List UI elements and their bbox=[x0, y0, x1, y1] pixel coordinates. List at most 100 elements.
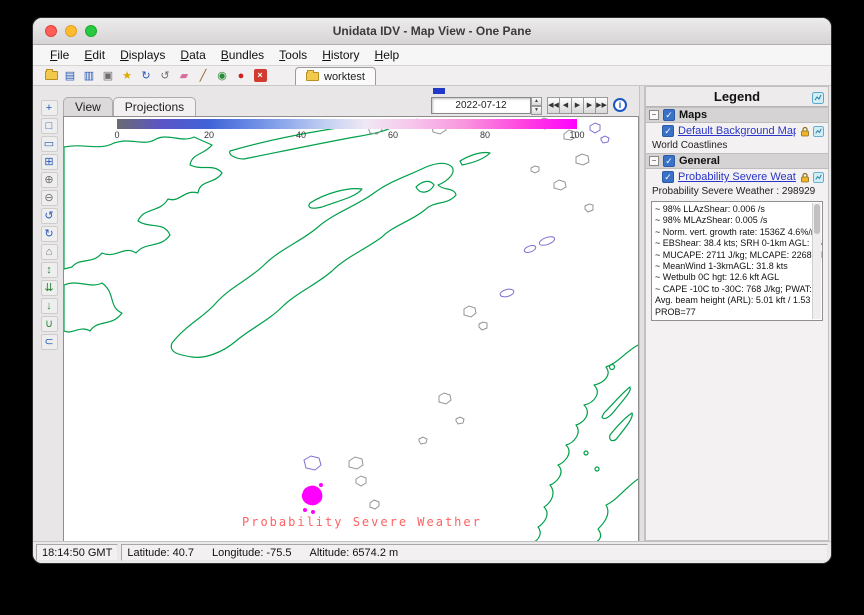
go-to-end-button[interactable]: ▶▶ bbox=[595, 97, 608, 114]
undo-view-icon[interactable]: ↺ bbox=[41, 208, 58, 224]
view-menus: View Projections bbox=[63, 97, 196, 116]
latitude-readout: Latitude: 40.7 bbox=[127, 547, 194, 559]
properties-icon[interactable] bbox=[813, 126, 824, 137]
record-icon[interactable]: ● bbox=[233, 68, 249, 84]
colorbar-tick: 20 bbox=[204, 130, 214, 140]
animation-properties-icon[interactable]: i bbox=[613, 98, 627, 112]
home-view-icon[interactable]: ⌂ bbox=[41, 244, 58, 260]
zoom-out-icon[interactable]: ⊖ bbox=[41, 190, 58, 206]
island-dot bbox=[610, 365, 615, 370]
menu-history[interactable]: History bbox=[319, 47, 362, 63]
menu-displays[interactable]: Displays bbox=[117, 47, 168, 63]
menu-tools[interactable]: Tools bbox=[276, 47, 310, 63]
menu-data[interactable]: Data bbox=[177, 47, 208, 63]
readout-line: ~ 98% MLAzShear: 0.005 /s bbox=[655, 215, 810, 226]
screen-background: Unidata IDV - Map View - One Pane File E… bbox=[0, 0, 864, 615]
window-title: Unidata IDV - Map View - One Pane bbox=[33, 18, 831, 44]
animation-widget: 2022-07-12 17:30:40Z ▲ ▼ ◀◀ ◀ ▶ ▶ ▶▶ i bbox=[431, 96, 627, 114]
spinner-down-icon[interactable]: ▼ bbox=[531, 106, 542, 115]
legend-group-maps[interactable]: − ✓ Maps bbox=[646, 107, 828, 123]
redo-view-icon[interactable]: ↻ bbox=[41, 226, 58, 242]
animation-step-indicator bbox=[433, 88, 445, 94]
row-icons bbox=[800, 126, 824, 137]
level-down-icon[interactable]: ⇊ bbox=[41, 280, 58, 296]
new-window-icon[interactable]: ▣ bbox=[100, 68, 116, 84]
tab-projections[interactable]: Projections bbox=[113, 97, 196, 116]
maps-checkbox[interactable]: ✓ bbox=[663, 109, 675, 121]
readout-line: ~ MUCAPE: 2711 J/kg; MLCAPE: 2268 J/kg bbox=[655, 250, 810, 261]
select-icon[interactable]: ▭ bbox=[41, 136, 58, 152]
pencil-icon[interactable]: ╱ bbox=[195, 68, 211, 84]
rubberband-icon[interactable]: □ bbox=[41, 118, 58, 134]
coastline-right bbox=[534, 345, 638, 542]
eraser-icon[interactable]: ▰ bbox=[176, 68, 192, 84]
remove-displays-icon[interactable]: × bbox=[252, 68, 268, 84]
severe-weather-cell bbox=[302, 484, 322, 514]
legend-group-general[interactable]: − ✓ General bbox=[646, 153, 828, 169]
readout-line: ~ Norm. vert. growth rate: 1536Z 4.6%/m bbox=[655, 227, 810, 238]
legend-header: Legend bbox=[646, 87, 828, 107]
colorbar-tick: 40 bbox=[296, 130, 306, 140]
status-bar: 18:14:50 GMT Latitude: 40.7 Longitude: -… bbox=[33, 541, 831, 563]
storm-track-outlines bbox=[304, 123, 609, 470]
close-window-button[interactable] bbox=[45, 25, 57, 37]
menu-bundles[interactable]: Bundles bbox=[218, 47, 267, 63]
readout-line: ~ 98% LLAzShear: 0.006 /s bbox=[655, 204, 810, 215]
union-icon[interactable]: ∪ bbox=[41, 316, 58, 332]
zoom-in-icon[interactable]: ⊕ bbox=[41, 172, 58, 188]
coastline-inner-lake bbox=[416, 181, 434, 192]
tab-view[interactable]: View bbox=[63, 97, 113, 116]
globe-icon[interactable]: ◉ bbox=[214, 68, 230, 84]
animation-time-field[interactable]: 2022-07-12 17:30:40Z bbox=[431, 97, 531, 114]
readout-line: PROB=77 bbox=[655, 307, 810, 318]
main-toolbar: ▤ ▥ ▣ ★ ↻ ↺ ▰ ╱ ◉ ● × worktest bbox=[33, 66, 831, 86]
probability-link[interactable]: Probability Severe Weat... bbox=[678, 171, 796, 183]
reload-icon[interactable]: ↻ bbox=[138, 68, 154, 84]
menu-file[interactable]: File bbox=[47, 47, 72, 63]
cursor-position-readout: Latitude: 40.7 Longitude: -75.5 Altitude… bbox=[121, 544, 828, 561]
vertical-icon[interactable]: ↕ bbox=[41, 262, 58, 278]
background-maps-checkbox[interactable]: ✓ bbox=[662, 125, 674, 137]
menu-help[interactable]: Help bbox=[372, 47, 403, 63]
probability-colorbar bbox=[117, 119, 577, 129]
altitude-readout: Altitude: 6574.2 m bbox=[310, 547, 399, 559]
probe-readout-box[interactable]: ~ 98% LLAzShear: 0.006 /s ~ 98% MLAzShea… bbox=[651, 201, 823, 321]
history-icon[interactable]: ↺ bbox=[157, 68, 173, 84]
lock-icon[interactable] bbox=[800, 126, 810, 137]
legend-row-background-maps: ✓ Default Background Maps bbox=[646, 123, 828, 139]
spinner-up-icon[interactable]: ▲ bbox=[531, 97, 542, 106]
general-checkbox[interactable]: ✓ bbox=[663, 155, 675, 167]
colorbar-tick: 0 bbox=[114, 130, 119, 140]
legend-panel: Legend − ✓ Maps ✓ Default Background Map… bbox=[645, 86, 829, 541]
worktest-tab[interactable]: worktest bbox=[295, 67, 376, 85]
properties-icon[interactable] bbox=[813, 172, 824, 183]
open-bundle-icon[interactable] bbox=[43, 68, 59, 84]
background-maps-link[interactable]: Default Background Maps bbox=[678, 125, 796, 137]
favorites-star-icon[interactable]: ★ bbox=[119, 68, 135, 84]
collapse-icon[interactable]: − bbox=[649, 156, 659, 166]
colorbar-tick: 80 bbox=[480, 130, 490, 140]
lock-icon[interactable] bbox=[800, 172, 810, 183]
grid-icon[interactable]: ⊞ bbox=[41, 154, 58, 170]
island-dot bbox=[584, 451, 588, 455]
save-bundle-icon[interactable]: ▤ bbox=[62, 68, 78, 84]
menu-edit[interactable]: Edit bbox=[81, 47, 108, 63]
coastline-ne-islet bbox=[460, 152, 490, 165]
pan-icon[interactable]: + bbox=[41, 100, 58, 116]
minimize-window-button[interactable] bbox=[65, 25, 77, 37]
collapse-icon[interactable]: − bbox=[649, 110, 659, 120]
probability-checkbox[interactable]: ✓ bbox=[662, 171, 674, 183]
down-arrow-icon[interactable]: ↓ bbox=[41, 298, 58, 314]
readout-scrollbar[interactable] bbox=[812, 203, 821, 319]
save-as-icon[interactable]: ▥ bbox=[81, 68, 97, 84]
zoom-window-button[interactable] bbox=[85, 25, 97, 37]
close-x-icon: × bbox=[254, 69, 267, 82]
coastline-bottom-right bbox=[596, 479, 638, 542]
title-bar[interactable]: Unidata IDV - Map View - One Pane bbox=[33, 18, 831, 45]
longitude-readout: Longitude: -75.5 bbox=[212, 547, 292, 559]
map-canvas[interactable]: 0 20 40 60 80 100 Probability Severe Wea… bbox=[63, 116, 639, 543]
subset-icon[interactable]: ⊂ bbox=[41, 334, 58, 350]
scrollbar-thumb[interactable] bbox=[814, 204, 820, 234]
float-legend-icon[interactable] bbox=[812, 90, 824, 110]
colorbar-tick: 60 bbox=[388, 130, 398, 140]
